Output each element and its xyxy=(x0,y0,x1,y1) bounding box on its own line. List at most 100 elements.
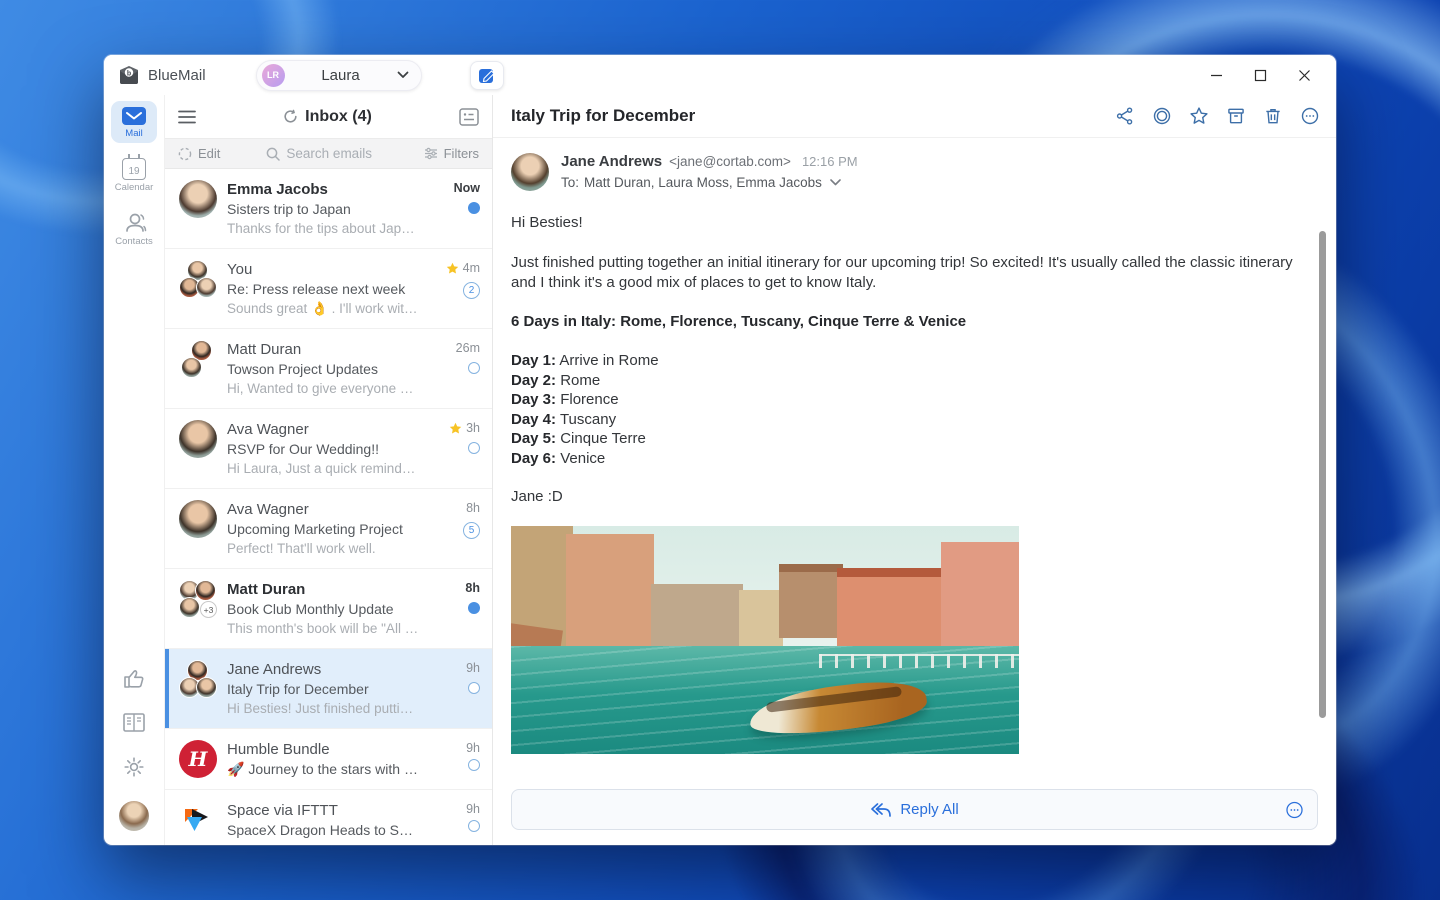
item-snippet: Sounds great 👌 . I'll work with Ji... xyxy=(227,299,420,318)
share-button[interactable] xyxy=(1115,106,1135,126)
list-toolbar: Edit Filters xyxy=(165,138,492,169)
reply-all-label: Reply All xyxy=(900,801,958,818)
canal-railing xyxy=(819,654,1019,668)
item-subject: Book Club Monthly Update xyxy=(227,600,420,619)
reading-header: Italy Trip for December xyxy=(493,95,1336,138)
nav-mail[interactable]: Mail xyxy=(111,101,157,143)
search-icon xyxy=(266,147,280,161)
edit-button[interactable]: Edit xyxy=(178,146,220,161)
edit-select-icon xyxy=(178,147,192,161)
item-sender: Emma Jacobs xyxy=(227,180,420,200)
item-sender: Matt Duran xyxy=(227,580,420,600)
nav-contacts-label: Contacts xyxy=(115,236,153,247)
more-button[interactable] xyxy=(1300,106,1320,126)
account-switcher[interactable]: LR Laura xyxy=(256,60,422,91)
mail-list-panel: Inbox (4) Edit xyxy=(164,95,493,845)
item-snippet: This month's book will be "All th... xyxy=(227,619,420,638)
sender-block: Jane Andrews <jane@cortab.com> 12:16 PM … xyxy=(493,138,1336,201)
sender-email: <jane@cortab.com> xyxy=(669,154,791,169)
mail-icon xyxy=(121,106,147,126)
item-sender: Ava Wagner xyxy=(227,420,420,440)
star-icon[interactable] xyxy=(449,422,462,435)
day-3: Day 3: Florence xyxy=(511,390,1306,410)
filters-icon xyxy=(424,147,438,160)
star-icon[interactable] xyxy=(446,262,459,275)
compose-button[interactable] xyxy=(470,61,504,90)
nav-calendar[interactable]: 19 Calendar xyxy=(111,153,157,197)
news-icon[interactable] xyxy=(122,712,146,733)
reply-options-button[interactable] xyxy=(1285,800,1304,819)
settings-gear-icon[interactable] xyxy=(122,755,146,779)
mark-read-button[interactable] xyxy=(1152,106,1172,126)
reading-pane: Italy Trip for December xyxy=(493,95,1336,845)
chevron-down-icon xyxy=(397,71,409,79)
list-item-you[interactable]: You Re: Press release next week Sounds g… xyxy=(165,249,492,329)
day-1: Day 1: Arrive in Rome xyxy=(511,351,1306,371)
ellipsis-circle-icon xyxy=(1285,800,1304,819)
nav-contacts[interactable]: Contacts xyxy=(111,207,157,251)
search-box xyxy=(266,146,415,161)
menu-hamburger-icon[interactable] xyxy=(178,110,196,124)
close-icon xyxy=(1298,69,1311,82)
item-time: 9h xyxy=(466,802,480,816)
minimize-button[interactable] xyxy=(1194,59,1238,91)
greeting: Hi Besties! xyxy=(511,213,1306,233)
avatar-group xyxy=(179,260,217,298)
search-input[interactable] xyxy=(286,146,406,161)
read-circle[interactable] xyxy=(468,442,480,454)
read-circle[interactable] xyxy=(468,820,480,832)
day-6: Day 6: Venice xyxy=(511,449,1306,469)
filters-button[interactable]: Filters xyxy=(424,146,479,161)
account-avatar: LR xyxy=(262,64,285,87)
item-snippet: Hi Besties! Just finished putting t... xyxy=(227,699,420,718)
list-item-matt-duran-bookclub[interactable]: +3 Matt Duran Book Club Monthly Update T… xyxy=(165,569,492,649)
email-actions xyxy=(1115,106,1320,126)
list-item-humble-bundle[interactable]: H Humble Bundle 🚀 Journey to the stars w… xyxy=(165,729,492,790)
app-window: b BlueMail LR Laura xyxy=(104,55,1336,845)
list-item-jane-andrews-selected[interactable]: Jane Andrews Italy Trip for December Hi … xyxy=(165,649,492,729)
refresh-icon[interactable] xyxy=(283,109,298,124)
user-avatar[interactable] xyxy=(119,801,149,831)
read-circle[interactable] xyxy=(468,759,480,771)
item-snippet: Perfect! That'll work well. xyxy=(227,539,420,558)
item-time: 8h xyxy=(465,581,480,595)
recipients-row[interactable]: To: Matt Duran, Laura Moss, Emma Jacobs xyxy=(561,175,858,190)
nav-calendar-label: Calendar xyxy=(115,182,154,193)
unread-dot[interactable] xyxy=(468,202,480,214)
sender-avatar xyxy=(511,153,549,191)
avatar-overflow-badge: +3 xyxy=(200,601,217,618)
item-time: 9h xyxy=(466,741,480,755)
svg-text:b: b xyxy=(127,70,131,77)
feedback-thumbs-up-icon[interactable] xyxy=(122,667,146,690)
list-item-space-ifttt[interactable]: Space via IFTTT SpaceX Dragon Heads to S… xyxy=(165,790,492,845)
unread-dot[interactable] xyxy=(468,602,480,614)
item-subject: 🚀 Journey to the stars with a bundle ... xyxy=(227,760,420,779)
avatar-group xyxy=(179,340,217,378)
list-item-matt-duran-towson[interactable]: Matt Duran Towson Project Updates Hi, Wa… xyxy=(165,329,492,409)
star-button[interactable] xyxy=(1189,106,1209,126)
mail-list: Emma Jacobs Sisters trip to Japan Thanks… xyxy=(165,169,492,845)
read-circle[interactable] xyxy=(468,362,480,374)
reading-scrollbar[interactable] xyxy=(1319,231,1326,718)
filters-label: Filters xyxy=(444,146,479,161)
close-button[interactable] xyxy=(1282,59,1326,91)
window-controls xyxy=(1194,59,1326,91)
reply-all-button[interactable]: Reply All xyxy=(511,789,1318,830)
list-item-ava-wagner-rsvp[interactable]: Ava Wagner RSVP for Our Wedding!! Hi Lau… xyxy=(165,409,492,489)
email-subject-title: Italy Trip for December xyxy=(511,106,1115,126)
list-item-emma-jacobs[interactable]: Emma Jacobs Sisters trip to Japan Thanks… xyxy=(165,169,492,249)
maximize-button[interactable] xyxy=(1238,59,1282,91)
star-outline-icon xyxy=(1189,106,1209,126)
archive-button[interactable] xyxy=(1226,106,1246,126)
edit-label: Edit xyxy=(198,146,220,161)
item-time: 9h xyxy=(466,661,480,675)
item-time: 8h xyxy=(466,501,480,515)
delete-button[interactable] xyxy=(1263,106,1283,126)
item-snippet: Thanks for the tips about Japan. ... xyxy=(227,219,420,238)
item-time: Now xyxy=(454,181,480,195)
thread-count-badge: 2 xyxy=(463,282,480,299)
layout-toggle-icon[interactable] xyxy=(459,108,479,126)
list-item-ava-wagner-marketing[interactable]: Ava Wagner Upcoming Marketing Project Pe… xyxy=(165,489,492,569)
read-circle[interactable] xyxy=(468,682,480,694)
to-label: To: xyxy=(561,175,579,190)
